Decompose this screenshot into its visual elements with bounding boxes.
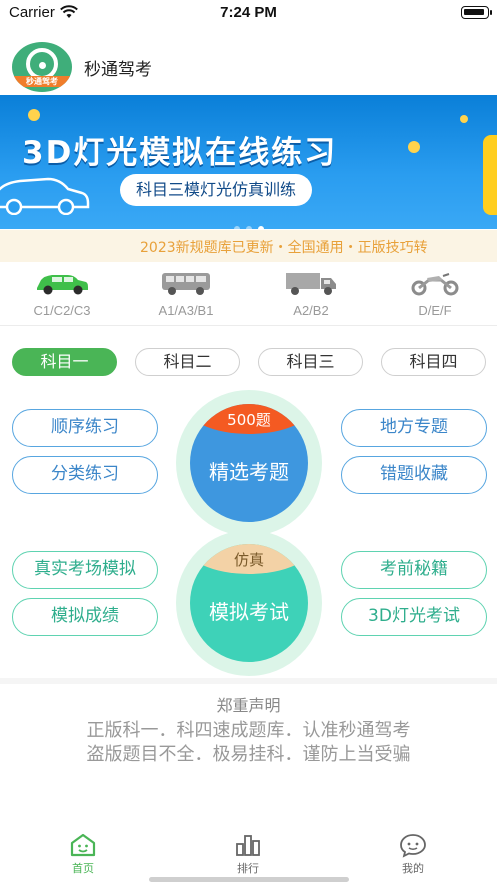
status-bar: Carrier 7:24 PM bbox=[0, 0, 497, 26]
tab-profile[interactable]: 我的 bbox=[363, 832, 463, 876]
motorcycle-icon bbox=[411, 273, 459, 296]
logo-text: 秒通驾考 bbox=[12, 76, 72, 87]
app-logo: 秒通驾考 bbox=[12, 42, 72, 92]
regional-topics-button[interactable]: 地方专题 bbox=[341, 409, 487, 447]
bottom-tab-bar: 首页 排行 我的 bbox=[0, 824, 497, 883]
coin-decoration bbox=[408, 141, 420, 153]
tab-subject-4[interactable]: 科目四 bbox=[381, 348, 486, 376]
vehicle-category-motorcycle[interactable]: D/E/F bbox=[373, 266, 497, 318]
mock-exam-label: 模拟考试 bbox=[209, 600, 289, 624]
real-exam-simulation-button[interactable]: 真实考场模拟 bbox=[12, 551, 158, 589]
divider bbox=[0, 325, 497, 326]
mock-scores-button[interactable]: 模拟成绩 bbox=[12, 598, 158, 636]
profile-icon bbox=[400, 834, 426, 858]
3d-lights-exam-button[interactable]: 3D灯光考试 bbox=[341, 598, 487, 636]
tab-home-label: 首页 bbox=[72, 862, 94, 875]
section-divider bbox=[0, 678, 497, 684]
person-illustration bbox=[483, 135, 497, 215]
tab-subject-1[interactable]: 科目一 bbox=[12, 348, 117, 376]
tab-ranking[interactable]: 排行 bbox=[198, 832, 298, 876]
car-icon bbox=[37, 275, 88, 295]
tab-subject-3[interactable]: 科目三 bbox=[258, 348, 363, 376]
status-time: 7:24 PM bbox=[220, 4, 277, 21]
bus-icon bbox=[162, 273, 210, 295]
simulation-badge: 仿真 bbox=[190, 544, 308, 574]
battery-icon bbox=[461, 6, 492, 19]
tab-subject-2[interactable]: 科目二 bbox=[135, 348, 240, 376]
banner-subtitle: 科目三模灯光仿真训练 bbox=[120, 174, 313, 206]
carousel-dot[interactable] bbox=[245, 226, 252, 229]
ranking-icon bbox=[236, 835, 260, 856]
home-icon bbox=[70, 833, 96, 857]
vehicle-label: A1/A3/B1 bbox=[158, 303, 214, 318]
coin-decoration bbox=[460, 115, 468, 123]
vehicle-label: C1/C2/C3 bbox=[33, 303, 91, 318]
wrong-answers-button[interactable]: 错题收藏 bbox=[341, 456, 487, 494]
home-indicator bbox=[149, 877, 349, 882]
tab-home[interactable]: 首页 bbox=[33, 832, 133, 876]
vehicle-category-car[interactable]: C1/C2/C3 bbox=[0, 266, 124, 318]
app-title: 秒通驾考 bbox=[84, 60, 152, 80]
tab-ranking-label: 排行 bbox=[237, 862, 259, 875]
truck-icon bbox=[286, 273, 336, 295]
exam-tips-button[interactable]: 考前秘籍 bbox=[341, 551, 487, 589]
vehicle-category-row: C1/C2/C3 A1/A3/B1 A2/B2 D/E/F bbox=[0, 266, 497, 324]
tab-profile-label: 我的 bbox=[402, 862, 424, 875]
carousel-indicator bbox=[0, 217, 497, 229]
carousel-dot-active[interactable] bbox=[257, 226, 264, 229]
notice-title: 郑重声明 bbox=[216, 696, 281, 715]
promo-banner[interactable]: 3D灯光模拟在线练习 科目三模灯光仿真训练 bbox=[0, 95, 497, 229]
selected-questions-button[interactable]: 500题 精选考题 bbox=[176, 390, 322, 536]
mock-exam-button[interactable]: 仿真 模拟考试 bbox=[176, 530, 322, 676]
vehicle-label: A2/B2 bbox=[293, 303, 329, 318]
coin-decoration bbox=[28, 109, 40, 121]
vehicle-category-bus[interactable]: A1/A3/B1 bbox=[124, 266, 248, 318]
app-header: 秒通驾考 秒通驾考 bbox=[0, 40, 497, 92]
vehicle-label: D/E/F bbox=[418, 303, 452, 318]
question-count-badge: 500题 bbox=[190, 404, 308, 434]
category-practice-button[interactable]: 分类练习 bbox=[12, 456, 158, 494]
mock-exam-circle: 仿真 模拟考试 bbox=[190, 544, 308, 662]
marquee-text: 2023新规题库已更新・全国通用・正版技巧转 bbox=[140, 240, 428, 256]
carousel-dot[interactable] bbox=[233, 226, 240, 229]
notice-line-1: 正版科一．科四速成题库．认准秒通驾考 bbox=[86, 720, 411, 741]
notice-line-2: 盗版题目不全．极易挂科．谨防上当受骗 bbox=[86, 744, 411, 765]
selected-questions-circle: 500题 精选考题 bbox=[190, 404, 308, 522]
vehicle-category-truck[interactable]: A2/B2 bbox=[249, 266, 373, 318]
sequential-practice-button[interactable]: 顺序练习 bbox=[12, 409, 158, 447]
announcement-marquee: 2023新规题库已更新・全国通用・正版技巧转 bbox=[0, 230, 497, 262]
selected-questions-label: 精选考题 bbox=[209, 460, 289, 484]
car-illustration bbox=[0, 177, 90, 215]
